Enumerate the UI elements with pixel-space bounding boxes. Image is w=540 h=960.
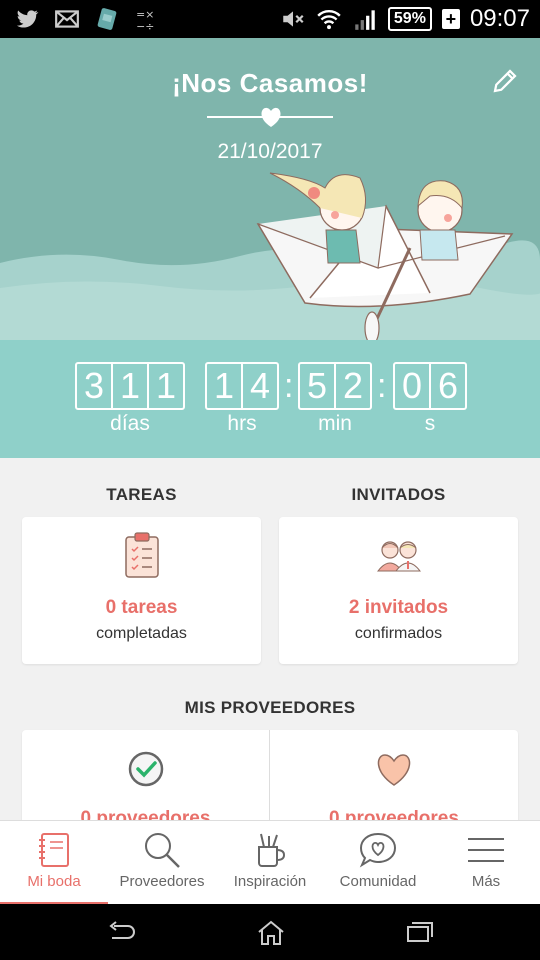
check-circle-icon: [128, 751, 163, 787]
svg-text:−÷: −÷: [136, 20, 154, 32]
edit-pencil-icon[interactable]: [490, 66, 520, 96]
hours-label: hrs: [227, 412, 257, 435]
nav-label: Mi boda: [27, 873, 81, 890]
digit: 1: [155, 365, 177, 406]
seconds-counter: 0 6: [393, 362, 467, 410]
tareas-count: 0 tareas: [105, 597, 178, 618]
status-bar: =× −÷ 59% + 09:07: [0, 0, 540, 38]
battery-indicator: 59%: [387, 7, 432, 31]
invitados-count: 2 invitados: [348, 597, 449, 618]
system-navigation: [0, 904, 540, 960]
colon: :: [377, 367, 387, 405]
wifi-icon: [317, 10, 341, 30]
nav-proveedores[interactable]: Proveedores: [108, 821, 216, 905]
nav-label: Proveedores: [119, 873, 205, 890]
proveedores-heading: MIS PROVEEDORES: [184, 698, 356, 717]
heart-favorite-icon: [377, 754, 411, 786]
bottom-navigation: Mi boda Proveedores Inspiración Comunida…: [0, 820, 540, 905]
volume-muted-icon: [283, 11, 304, 27]
nav-label: Comunidad: [339, 873, 417, 890]
invitados-card[interactable]: 2 invitados confirmados: [279, 517, 518, 664]
mail-icon: [55, 10, 79, 28]
hours-counter: 1 4: [205, 362, 279, 410]
wedding-date: 21/10/2017: [217, 140, 323, 163]
tareas-sub: completadas: [96, 625, 187, 642]
recent-apps-icon[interactable]: [404, 920, 434, 944]
nav-comunidad[interactable]: Comunidad: [324, 821, 432, 905]
calculator-icon: =×−÷: [136, 8, 154, 32]
days-label: días: [110, 412, 150, 435]
back-icon[interactable]: [106, 920, 136, 944]
signal-icon: [355, 10, 375, 30]
chat-heart-icon: [359, 832, 397, 868]
clock: 09:07: [469, 5, 530, 32]
nav-mi-boda[interactable]: Mi boda: [0, 821, 108, 905]
invitados-heading: INVITADOS: [351, 485, 446, 504]
wedding-header: ¡Nos Casamos! 21/10/2017: [0, 38, 540, 340]
digit: 5: [300, 364, 336, 408]
nav-mas[interactable]: Más: [432, 821, 540, 905]
digit: 1: [113, 364, 149, 408]
twitter-icon: [16, 10, 39, 28]
digit: 1: [207, 364, 243, 408]
digit: 0: [395, 364, 431, 408]
home-icon[interactable]: [256, 920, 286, 946]
page-title: ¡Nos Casamos!: [172, 68, 368, 98]
digit: 4: [249, 365, 271, 406]
digit: 2: [342, 365, 364, 406]
days-counter: 3 1 1: [75, 362, 185, 410]
menu-icon: [468, 838, 504, 862]
digit: 6: [437, 365, 459, 406]
digit: 3: [77, 364, 113, 408]
notebook-icon: [39, 833, 69, 867]
nav-label: Más: [471, 873, 501, 890]
sim-card-icon: [97, 8, 117, 30]
clipboard-checklist-icon: [124, 532, 159, 578]
invitados-sub: confirmados: [354, 625, 443, 642]
nav-inspiracion[interactable]: Inspiración: [216, 821, 324, 905]
heart-icon: [261, 107, 281, 127]
minutes-counter: 5 2: [298, 362, 372, 410]
charging-icon: +: [441, 9, 460, 29]
tareas-heading: TAREAS: [106, 485, 177, 504]
nav-label: Inspiración: [233, 873, 307, 890]
seconds-label: s: [424, 412, 436, 435]
countdown: 3 1 1 1 4 : 5 2 : 0 6 días hrs min s: [0, 340, 540, 458]
colon: :: [284, 367, 294, 405]
brush-cup-icon: [258, 833, 286, 867]
search-icon: [145, 833, 180, 868]
guests-couple-icon: [376, 541, 421, 572]
minutes-label: min: [318, 412, 352, 435]
tareas-card[interactable]: 0 tareas completadas: [22, 517, 261, 664]
